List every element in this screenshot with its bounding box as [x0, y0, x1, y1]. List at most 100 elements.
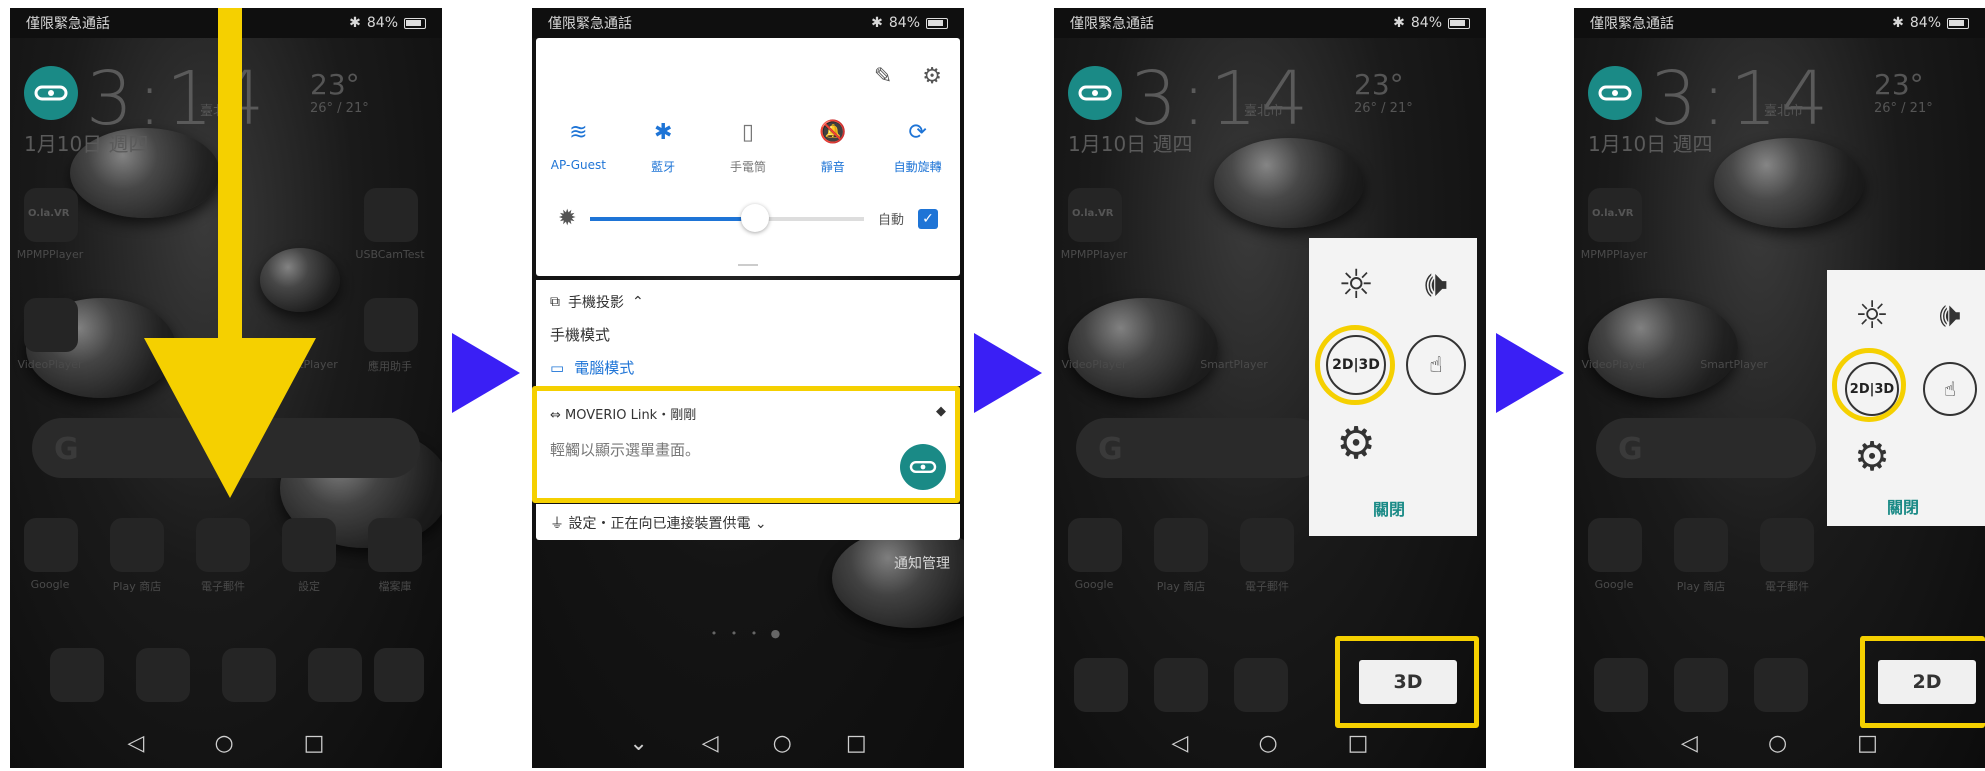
edit-icon[interactable]: ✎	[874, 64, 892, 89]
app-label: 應用助手	[368, 360, 412, 373]
carrier-label: 僅限緊急通話	[1070, 16, 1154, 32]
app-label: Play 商店	[1156, 580, 1206, 593]
app-label: SmartPlayer	[1700, 358, 1768, 371]
home-icon[interactable]: ○	[214, 731, 233, 756]
city-label: 臺北市	[1764, 104, 1804, 119]
app-icon-play-store[interactable]	[1674, 518, 1728, 572]
menu-close-button[interactable]: 關閉	[1887, 494, 1919, 518]
bluetooth-icon: ✱	[1393, 15, 1405, 31]
app-icon-olavr[interactable]: O.la.VR	[24, 188, 78, 242]
app-label: 電子郵件	[1245, 580, 1289, 593]
collapse-icon[interactable]: ⌄	[629, 731, 647, 756]
app-label: VideoPlayer	[1061, 358, 1127, 371]
brightness-icon[interactable]: ☼	[1835, 278, 1909, 352]
home-icon[interactable]: ○	[773, 731, 792, 756]
camera-app-icon[interactable]	[374, 648, 424, 702]
gear-icon[interactable]: ⚙	[1835, 420, 1909, 494]
contacts-app-icon[interactable]	[1154, 658, 1208, 712]
notification-manage-link[interactable]: 通知管理	[894, 553, 950, 573]
menu-close-button[interactable]: 關閉	[1373, 496, 1405, 520]
back-icon[interactable]: ◁	[128, 731, 145, 756]
mode-button[interactable]: 2D	[1878, 660, 1976, 704]
app-icon-email[interactable]	[1760, 518, 1814, 572]
temperature-range: 26° / 21°	[1874, 101, 1933, 116]
google-search-bar[interactable]: G	[1596, 418, 1816, 478]
chrome-app-icon[interactable]	[308, 648, 362, 702]
app-icon-google[interactable]	[1588, 518, 1642, 572]
chevron-up-icon[interactable]: ⌃	[632, 294, 644, 310]
app-icon-olavr[interactable]: O.la.VR	[1068, 188, 1122, 242]
water-drop-decoration	[1588, 298, 1738, 398]
volume-icon[interactable]: 🕪	[1913, 278, 1985, 352]
app-icon-email[interactable]	[196, 518, 250, 572]
messages-app-icon[interactable]	[222, 648, 276, 702]
recents-icon[interactable]: □	[304, 731, 325, 756]
app-icon-helper[interactable]	[364, 298, 418, 352]
usb-notification[interactable]: ⏚ 設定・正在向已連接裝置供電 ⌄	[536, 504, 960, 540]
phone-mode-option[interactable]: 手機模式	[550, 324, 946, 345]
app-label: Play 商店	[1676, 580, 1726, 593]
projection-header[interactable]: 手機投影	[568, 292, 624, 312]
moverio-link-icon[interactable]	[24, 66, 78, 120]
app-icon-videoplayer[interactable]	[24, 298, 78, 352]
temperature: 23°	[1354, 68, 1404, 101]
brand-tile-text: O.la.VR	[1592, 208, 1634, 219]
touch-disable-button[interactable]: ☝	[1399, 328, 1473, 402]
app-icon-play-store[interactable]	[1154, 518, 1208, 572]
toggle-rotate[interactable]: ⟳ 自動旋轉	[882, 118, 954, 175]
gear-icon[interactable]: ⚙	[922, 64, 942, 89]
back-icon[interactable]: ◁	[1681, 731, 1698, 756]
app-icon-gallery[interactable]	[368, 518, 422, 572]
drag-handle[interactable]	[738, 264, 758, 266]
app-icon-settings[interactable]	[282, 518, 336, 572]
water-drop-decoration	[1068, 298, 1218, 398]
phone-app-icon[interactable]	[1074, 658, 1128, 712]
app-label: MPMPPlayer	[1580, 248, 1648, 261]
google-search-bar[interactable]: G	[1076, 418, 1326, 478]
app-icon-email[interactable]	[1240, 518, 1294, 572]
back-icon[interactable]: ◁	[702, 731, 719, 756]
phone-panel-menu-2d: 僅限緊急通話 ✱ 84% 3:14 臺北市 1月10日 週四 23° 26° / 2…	[1574, 8, 1985, 768]
recents-icon[interactable]: □	[846, 731, 867, 756]
recents-icon[interactable]: □	[1857, 731, 1878, 756]
app-icon-google[interactable]	[24, 518, 78, 572]
chevron-down-icon[interactable]: ⌄	[750, 516, 767, 532]
home-icon[interactable]: ○	[1258, 731, 1277, 756]
gear-icon[interactable]: ⚙	[1319, 406, 1393, 480]
app-icon-google[interactable]	[1068, 518, 1122, 572]
home-icon[interactable]: ○	[1768, 731, 1787, 756]
status-bar: 僅限緊急通話 ✱ 84%	[1054, 8, 1486, 38]
toggle-flashlight[interactable]: ▯ 手電筒	[712, 118, 784, 175]
brightness-slider[interactable]	[590, 203, 864, 232]
auto-brightness-checkbox[interactable]: ✓	[918, 208, 938, 229]
water-drop-decoration	[1214, 138, 1364, 228]
pc-mode-option[interactable]: ▭ 電腦模式	[550, 357, 946, 378]
temperature: 23°	[1874, 68, 1924, 101]
toggle-mute[interactable]: 🔕 靜音	[797, 118, 869, 175]
status-bar: 僅限緊急通話 ✱ 84%	[10, 8, 442, 38]
toggle-bluetooth[interactable]: ✱ 藍牙	[627, 118, 699, 175]
swipe-down-arrow-icon	[144, 8, 316, 498]
volume-icon[interactable]: 🕪	[1399, 248, 1473, 322]
phone-app-icon[interactable]	[1594, 658, 1648, 712]
nav-bar: ⌄ ◁ ○ □	[532, 718, 964, 768]
phone-app-icon[interactable]	[50, 648, 104, 702]
usb-icon: ⏚	[550, 516, 569, 532]
contacts-app-icon[interactable]	[136, 648, 190, 702]
app-label: MPMPPlayer	[1060, 248, 1128, 261]
messages-app-icon[interactable]	[1234, 658, 1288, 712]
brightness-icon[interactable]: ☼	[1319, 248, 1393, 322]
contacts-app-icon[interactable]	[1674, 658, 1728, 712]
back-icon[interactable]: ◁	[1172, 731, 1189, 756]
app-icon-olavr[interactable]: O.la.VR	[1588, 188, 1642, 242]
brightness-knob[interactable]	[740, 203, 769, 232]
app-icon-usbcamtest[interactable]	[364, 188, 418, 242]
moverio-link-icon[interactable]	[1588, 66, 1642, 120]
mode-button[interactable]: 3D	[1359, 660, 1457, 704]
touch-disable-button[interactable]: ☝	[1913, 352, 1985, 426]
moverio-link-icon[interactable]	[1068, 66, 1122, 120]
app-icon-play-store[interactable]	[110, 518, 164, 572]
toggle-wifi[interactable]: ≋ AP-Guest	[542, 118, 614, 175]
messages-app-icon[interactable]	[1754, 658, 1808, 712]
recents-icon[interactable]: □	[1348, 731, 1369, 756]
